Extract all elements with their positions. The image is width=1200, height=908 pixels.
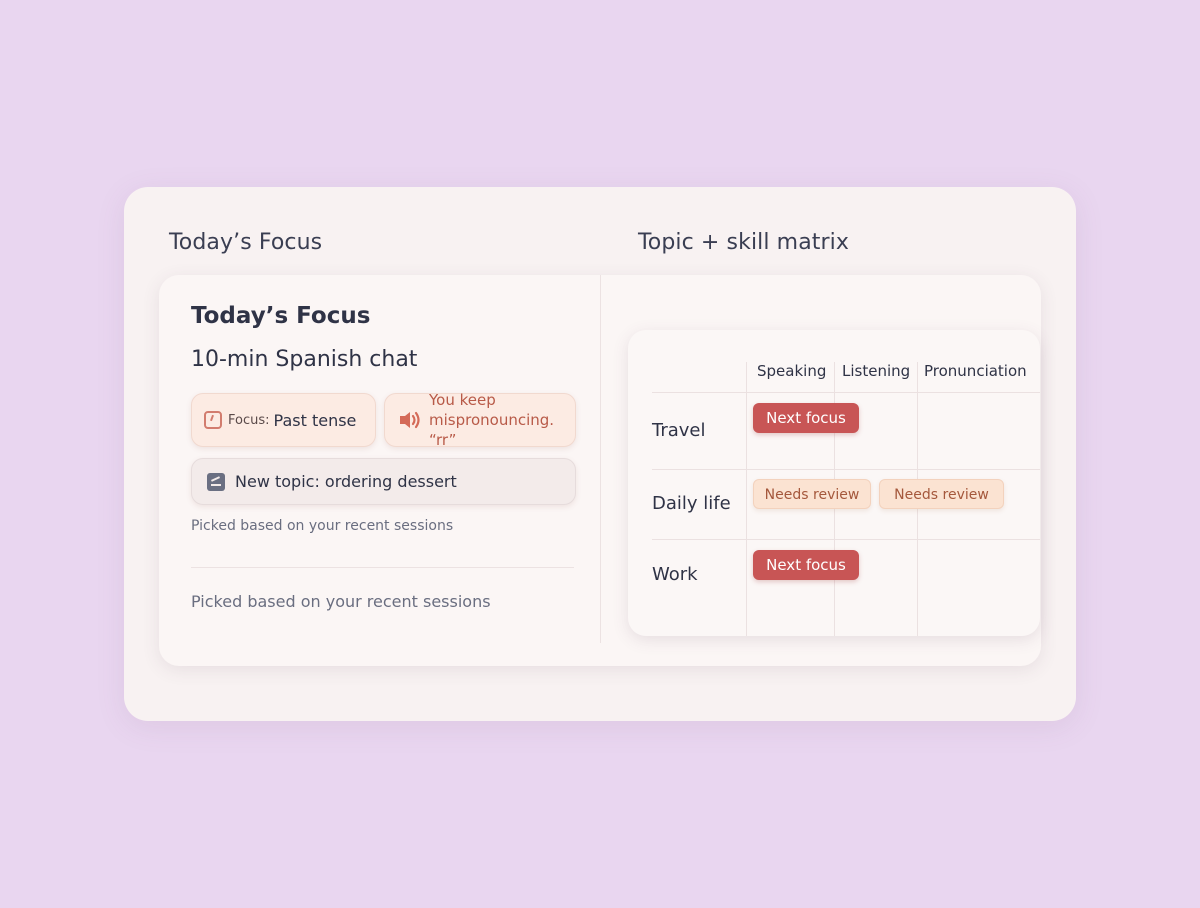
- grid-line: [652, 539, 1040, 540]
- mispronunciation-line-2: mispronouncing. “rr”: [429, 411, 555, 449]
- row-header-travel: Travel: [652, 420, 706, 441]
- new-topic-chip[interactable]: New topic: ordering dessert: [191, 458, 576, 505]
- speaker-icon: [400, 411, 420, 429]
- mispronunciation-line-1: You keep: [429, 391, 496, 409]
- grid-line: [652, 469, 1040, 470]
- focus-chip[interactable]: Focus: Past tense: [191, 393, 376, 447]
- column-header-pronunciation: Pronunciation: [924, 362, 1027, 380]
- column-header-speaking: Speaking: [757, 362, 827, 380]
- next-focus-badge[interactable]: Next focus: [753, 550, 859, 580]
- clock-icon: [204, 411, 222, 429]
- needs-review-badge[interactable]: Needs review: [879, 479, 1004, 509]
- column-header-listening: Listening: [842, 362, 911, 380]
- edit-icon: [207, 472, 225, 491]
- focus-chip-label: Focus:: [228, 412, 270, 428]
- row-header-work: Work: [652, 564, 698, 585]
- todays-focus-heading: Today’s Focus: [169, 230, 323, 255]
- focus-card-subtitle: 10-min Spanish chat: [191, 347, 418, 372]
- main-card: Today’s Focus Topic + skill matrix Today…: [124, 187, 1076, 721]
- content-panel: Today’s Focus 10-min Spanish chat Focus:…: [159, 275, 1041, 666]
- focus-chip-value: Past tense: [273, 410, 357, 430]
- skill-matrix-heading: Topic + skill matrix: [638, 230, 849, 255]
- grid-line: [746, 362, 747, 636]
- focus-card-title: Today’s Focus: [191, 303, 371, 329]
- skill-matrix: Speaking Listening Pronunciation Travel …: [628, 330, 1040, 636]
- needs-review-badge[interactable]: Needs review: [753, 479, 871, 509]
- grid-line: [652, 392, 1040, 393]
- picked-note-small: Picked based on your recent sessions: [191, 518, 454, 534]
- mispronunciation-chip[interactable]: You keep mispronouncing. “rr”: [384, 390, 576, 450]
- row-header-daily-life: Daily life: [652, 493, 731, 514]
- mispronunciation-text: You keep mispronouncing. “rr”: [429, 390, 575, 450]
- column-divider: [600, 275, 601, 643]
- next-focus-badge[interactable]: Next focus: [753, 403, 859, 433]
- divider: [191, 567, 574, 568]
- picked-note-large: Picked based on your recent sessions: [191, 592, 491, 611]
- new-topic-text: New topic: ordering dessert: [235, 472, 457, 491]
